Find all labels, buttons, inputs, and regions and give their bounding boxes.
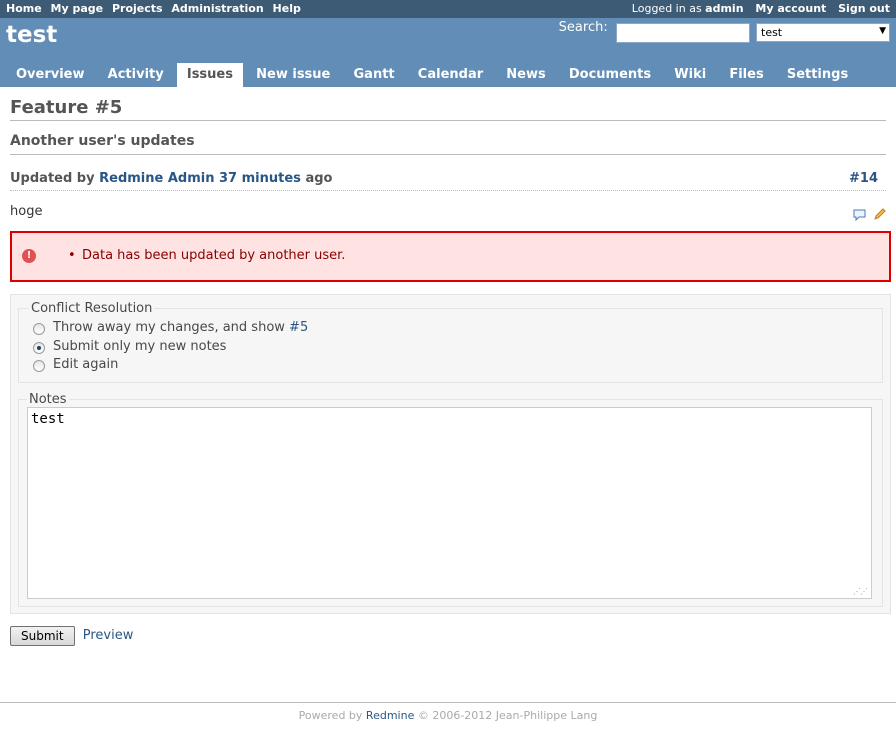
sign-out-link[interactable]: Sign out bbox=[838, 2, 890, 15]
form-actions: Submit Preview bbox=[10, 625, 886, 646]
project-jump-value: test bbox=[761, 26, 783, 39]
conflict-resolution-fieldset: Conflict Resolution Throw away my change… bbox=[18, 301, 883, 383]
top-menu-left: Home My page Projects Administration Hel… bbox=[6, 2, 306, 15]
radio-cancel[interactable] bbox=[33, 360, 45, 372]
conflict-form-box: Conflict Resolution Throw away my change… bbox=[10, 294, 891, 614]
notes-legend: Notes bbox=[29, 391, 67, 407]
time-ago-suffix: ago bbox=[305, 171, 333, 186]
search-input[interactable] bbox=[615, 23, 750, 43]
tab-calendar[interactable]: Calendar bbox=[408, 63, 493, 87]
footer-prefix: Powered by bbox=[298, 709, 363, 722]
top-menu: Home My page Projects Administration Hel… bbox=[0, 0, 896, 18]
tab-news[interactable]: News bbox=[496, 63, 555, 87]
conflict-option-label: Submit only my new notes bbox=[53, 338, 227, 354]
conflict-option-label: Throw away my changes, and show bbox=[53, 320, 285, 335]
error-message: Data has been updated by another user. bbox=[68, 248, 345, 263]
top-menu-my-page-link[interactable]: My page bbox=[51, 2, 104, 15]
tab-gantt[interactable]: Gantt bbox=[344, 63, 405, 87]
main-menu: Overview Activity Issues New issue Gantt… bbox=[6, 63, 857, 87]
page-title: Feature #5 bbox=[10, 97, 886, 121]
content: Feature #5 Another user's updates Update… bbox=[0, 87, 896, 646]
tab-issues[interactable]: Issues bbox=[176, 63, 243, 87]
journal-actions bbox=[850, 208, 886, 225]
footer: Powered by Redmine © 2006-2012 Jean-Phil… bbox=[0, 702, 896, 722]
journal-body: hoge bbox=[10, 191, 886, 231]
updated-by-prefix: Updated by bbox=[10, 171, 95, 186]
notes-fieldset: Notes test ⋰⋰ bbox=[18, 391, 883, 607]
tab-wiki[interactable]: Wiki bbox=[664, 63, 716, 87]
my-account-link[interactable]: My account bbox=[755, 2, 826, 15]
top-menu-help-link[interactable]: Help bbox=[273, 2, 301, 15]
tab-overview[interactable]: Overview bbox=[6, 63, 95, 87]
tab-settings[interactable]: Settings bbox=[777, 63, 858, 87]
submit-button[interactable]: Submit bbox=[10, 625, 75, 646]
logged-in-prefix: Logged in as bbox=[631, 2, 702, 15]
logged-in-user[interactable]: admin bbox=[705, 2, 743, 15]
logged-in-indicator: Logged in as admin bbox=[632, 2, 744, 15]
tab-files[interactable]: Files bbox=[719, 63, 773, 87]
tab-documents[interactable]: Documents bbox=[559, 63, 661, 87]
footer-copyright: © 2006-2012 Jean-Philippe Lang bbox=[417, 709, 598, 722]
tab-activity[interactable]: Activity bbox=[98, 63, 174, 87]
radio-add-notes[interactable] bbox=[33, 341, 45, 354]
header: test Search: test ▼ Overview Activity Is… bbox=[0, 18, 896, 87]
preview-link[interactable]: Preview bbox=[83, 628, 134, 643]
conflict-option-label: Edit again bbox=[53, 357, 119, 372]
conflict-option-add-notes[interactable]: Submit only my new notes bbox=[29, 339, 872, 358]
error-flash: ! Data has been updated by another user. bbox=[10, 231, 891, 282]
journal-note-text: hoge bbox=[10, 204, 43, 219]
resize-grip-icon[interactable]: ⋰⋰ bbox=[853, 587, 868, 596]
conflict-option-overwrite[interactable]: Throw away my changes, and show #5 bbox=[29, 320, 872, 339]
author-link[interactable]: Redmine Admin bbox=[99, 171, 214, 186]
notes-textarea[interactable]: test ⋰⋰ bbox=[27, 406, 872, 599]
top-menu-projects-link[interactable]: Projects bbox=[112, 2, 163, 15]
time-ago-link[interactable]: 37 minutes bbox=[219, 171, 301, 186]
conflict-option-cancel[interactable]: Edit again bbox=[29, 357, 872, 376]
dropdown-arrow-icon: ▼ bbox=[879, 26, 886, 36]
top-menu-administration-link[interactable]: Administration bbox=[171, 2, 263, 15]
notes-value: test bbox=[31, 410, 65, 427]
edit-pencil-icon[interactable] bbox=[873, 208, 886, 225]
issue-link[interactable]: #5 bbox=[289, 320, 308, 335]
error-list: Data has been updated by another user. bbox=[12, 248, 345, 263]
search-area: Search: test ▼ bbox=[558, 20, 890, 43]
tab-new-issue[interactable]: New issue bbox=[246, 63, 340, 87]
journal-header: Updated by Redmine Admin 37 minutes ago … bbox=[10, 171, 886, 191]
radio-overwrite[interactable] bbox=[33, 323, 45, 335]
journal-number-link[interactable]: #14 bbox=[849, 171, 878, 186]
search-label: Search: bbox=[558, 20, 608, 35]
top-menu-home-link[interactable]: Home bbox=[6, 2, 42, 15]
project-title: test bbox=[6, 22, 58, 48]
quote-comment-icon[interactable] bbox=[853, 209, 866, 225]
footer-redmine-link[interactable]: Redmine bbox=[366, 709, 414, 722]
top-menu-right: Logged in as admin My account Sign out bbox=[632, 2, 890, 15]
conflict-resolution-legend: Conflict Resolution bbox=[31, 301, 153, 316]
project-jump-select[interactable]: test ▼ bbox=[756, 23, 890, 42]
updates-heading: Another user's updates bbox=[10, 133, 886, 155]
